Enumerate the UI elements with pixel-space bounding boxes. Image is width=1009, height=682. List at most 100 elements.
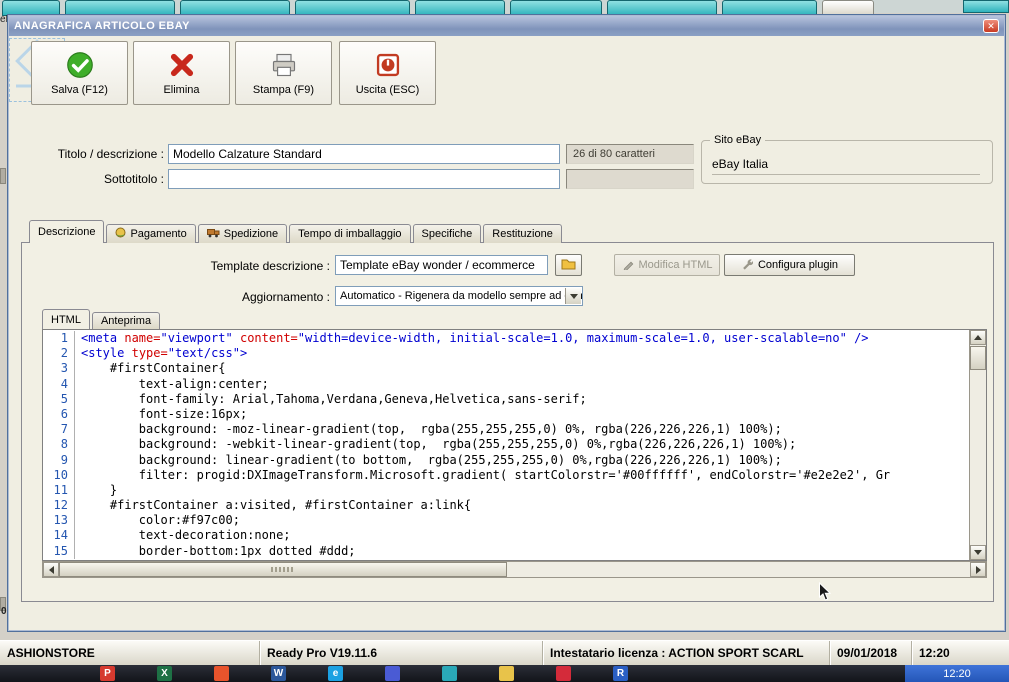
aggiornamento-label: Aggiornamento : xyxy=(241,290,330,304)
char-counter: 26 di 80 caratteri xyxy=(566,144,694,164)
code-line: 3 #firstContainer{ xyxy=(43,361,969,377)
vertical-scroll-thumb[interactable] xyxy=(970,346,986,370)
scroll-up-icon[interactable] xyxy=(970,330,986,345)
tab-label: Tempo di imballaggio xyxy=(298,228,402,240)
ie-icon[interactable]: e xyxy=(328,666,343,681)
tab-html[interactable]: HTML xyxy=(42,309,90,329)
tab-label: Specifiche xyxy=(421,228,473,240)
background-app-tab-strip xyxy=(0,0,1009,16)
salva-button[interactable]: Salva (F12) xyxy=(31,41,128,105)
pdf-app-icon[interactable]: P xyxy=(100,666,115,681)
stampa-button[interactable]: Stampa (F9) xyxy=(235,41,332,105)
tab-label: Descrizione xyxy=(38,226,96,238)
status-store: ASHIONSTORE xyxy=(0,641,260,665)
readypro-icon[interactable]: R xyxy=(613,666,628,681)
configura-plugin-label: Configura plugin xyxy=(757,259,839,271)
taskbar-icons: P X We R xyxy=(100,666,628,681)
dialog-title: ANAGRAFICA ARTICOLO EBAY xyxy=(14,20,190,32)
template-label: Template descrizione : xyxy=(210,259,330,273)
sottotitolo-label: Sottotitolo : xyxy=(103,172,164,186)
titolo-label: Titolo / descrizione : xyxy=(57,147,164,161)
app-indigo-icon[interactable] xyxy=(385,666,400,681)
modifica-html-label: Modifica HTML xyxy=(638,259,713,271)
code-line: 14 text-decoration:none; xyxy=(43,528,969,544)
uscita-label: Uscita (ESC) xyxy=(355,83,420,96)
mouse-cursor xyxy=(818,581,832,606)
payment-coin-icon xyxy=(115,227,126,241)
tab-restituzione[interactable]: Restituzione xyxy=(483,224,562,243)
code-line: 8 background: -webkit-linear-gradient(to… xyxy=(43,437,969,453)
tab-pagamento[interactable]: Pagamento xyxy=(106,224,196,243)
stampa-label: Stampa (F9) xyxy=(252,83,315,96)
editor-tabs: HTML Anteprima xyxy=(42,309,162,329)
aggiornamento-value: Automatico - Rigenera da modello sempre … xyxy=(340,290,582,302)
tab-spedizione[interactable]: Spedizione xyxy=(197,224,288,243)
horizontal-scrollbar[interactable] xyxy=(42,561,987,578)
tab-descrizione[interactable]: Descrizione xyxy=(29,220,105,243)
scroll-grip xyxy=(271,567,295,572)
status-time: 12:20 xyxy=(912,641,1009,665)
excel-icon[interactable]: X xyxy=(157,666,172,681)
status-bar: ASHIONSTORE Ready Pro V19.11.6 Intestata… xyxy=(0,640,1009,665)
sito-ebay-group: Sito eBay eBay Italia xyxy=(701,134,993,184)
tab-label: Spedizione xyxy=(223,228,279,240)
aggiornamento-select[interactable]: Automatico - Rigenera da modello sempre … xyxy=(335,286,583,306)
tab-label: Pagamento xyxy=(130,228,187,240)
scroll-left-icon[interactable] xyxy=(43,562,59,577)
background-fragment-text: 0 xyxy=(1,606,7,617)
template-input[interactable]: Template eBay wonder / ecommerce xyxy=(335,255,548,275)
save-check-icon xyxy=(66,51,94,79)
close-icon[interactable]: ✕ xyxy=(983,19,999,33)
titolo-input[interactable]: Modello Calzature Standard xyxy=(168,144,560,164)
descrizione-panel: Template descrizione : Template eBay won… xyxy=(21,242,994,602)
sito-ebay-value: eBay Italia xyxy=(712,157,980,175)
code-line: 6 font-size:16px; xyxy=(43,406,969,423)
main-tabs: Descrizione Pagamento Spedizione Tempo d… xyxy=(29,220,564,243)
sottotitolo-input[interactable] xyxy=(168,169,560,189)
code-line: 15 border-bottom:1px dotted #ddd; xyxy=(43,543,969,559)
folder-app-icon[interactable] xyxy=(499,666,514,681)
scroll-right-icon[interactable] xyxy=(970,562,986,577)
horizontal-scroll-thumb[interactable] xyxy=(59,562,507,577)
fruit-red-icon[interactable] xyxy=(556,666,571,681)
background-fragment-chip xyxy=(0,168,6,184)
printer-icon xyxy=(270,51,298,79)
tab-anteprima[interactable]: Anteprima xyxy=(91,312,161,329)
chevron-down-icon[interactable] xyxy=(565,288,581,304)
code-lines: 1 <meta name="viewport" content="width=de… xyxy=(43,331,969,560)
windows-taskbar: P X We R 12:20 xyxy=(0,665,1009,682)
screen: eB 0 ANAGRAFICA ARTICOLO EBAY ✕ Salva (F… xyxy=(0,0,1009,682)
html-code-editor[interactable]: 1 <meta name="viewport" content="width=de… xyxy=(42,329,987,561)
browse-template-button[interactable] xyxy=(555,254,582,276)
uscita-button[interactable]: Uscita (ESC) xyxy=(339,41,436,105)
tab-label: Restituzione xyxy=(492,228,553,240)
char-counter-2 xyxy=(566,169,694,189)
code-line: 5 font-family: Arial,Tahoma,Verdana,Gene… xyxy=(43,391,969,407)
folder-icon xyxy=(561,258,576,273)
vertical-scrollbar[interactable] xyxy=(969,330,986,560)
scroll-down-icon[interactable] xyxy=(970,545,986,560)
elimina-button[interactable]: Elimina xyxy=(133,41,230,105)
background-tab-filler xyxy=(963,0,1009,13)
app-teal-icon[interactable] xyxy=(442,666,457,681)
dialog-titlebar: ANAGRAFICA ARTICOLO EBAY ✕ xyxy=(9,16,1004,36)
elimina-label: Elimina xyxy=(163,83,200,96)
code-line: 13 color:#f97c00; xyxy=(43,513,969,529)
anagrafica-articolo-ebay-dialog: ANAGRAFICA ARTICOLO EBAY ✕ Salva (F12) E xyxy=(7,14,1006,632)
tab-specifiche[interactable]: Specifiche xyxy=(412,224,482,243)
tab-tempo-di-imballaggio[interactable]: Tempo di imballaggio xyxy=(289,224,411,243)
code-line: 2 <style type="text/css"> xyxy=(43,346,969,362)
wrench-icon xyxy=(741,258,754,273)
modifica-html-button[interactable]: Modifica HTML xyxy=(614,254,720,276)
code-line: 10 filter: progid:DXImageTransform.Micro… xyxy=(43,467,969,483)
code-line: 11 } xyxy=(43,482,969,499)
configura-plugin-button[interactable]: Configura plugin xyxy=(724,254,855,276)
code-line: 4 text-align:center; xyxy=(43,376,969,392)
browser-orange-icon[interactable] xyxy=(214,666,229,681)
status-version: Ready Pro V19.11.6 xyxy=(260,641,543,665)
status-license: Intestatario licenza : ACTION SPORT SCAR… xyxy=(543,641,830,665)
taskbar-clock[interactable]: 12:20 xyxy=(905,665,1009,682)
word-icon[interactable]: W xyxy=(271,666,286,681)
shipping-truck-icon xyxy=(206,227,220,241)
pencil-icon xyxy=(622,258,634,273)
